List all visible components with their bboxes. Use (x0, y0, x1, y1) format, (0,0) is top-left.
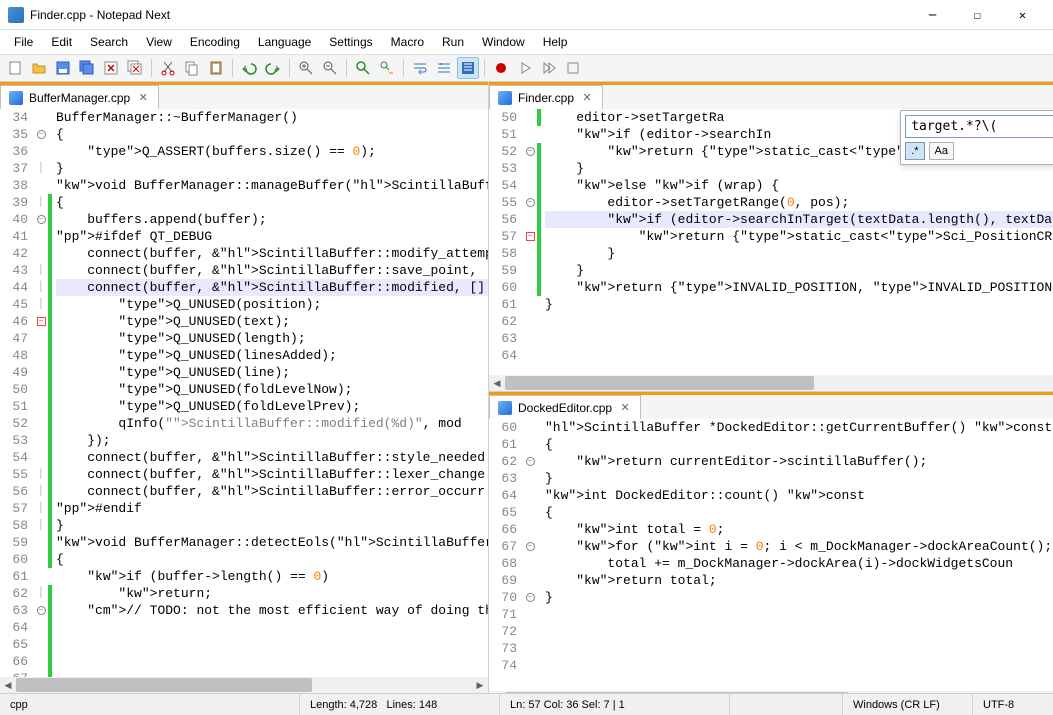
close-tab-icon[interactable]: ✕ (136, 91, 150, 105)
scroll-left-icon[interactable]: ◀ (0, 677, 16, 693)
window-buttons: ─ ☐ ✕ (910, 1, 1045, 29)
menu-search[interactable]: Search (82, 32, 136, 52)
file-icon (498, 401, 512, 415)
close-tab-icon[interactable]: ✕ (618, 401, 632, 415)
save-macro-icon[interactable] (562, 57, 584, 79)
menu-view[interactable]: View (138, 32, 180, 52)
undo-icon[interactable] (238, 57, 260, 79)
redo-icon[interactable] (262, 57, 284, 79)
menu-language[interactable]: Language (250, 32, 319, 52)
case-toggle[interactable]: Aa (929, 142, 954, 160)
replace-icon[interactable] (376, 57, 398, 79)
record-macro-icon[interactable] (490, 57, 512, 79)
tab-label: Finder.cpp (518, 91, 574, 105)
close-tab-icon[interactable]: ✕ (580, 91, 594, 105)
tab-finder[interactable]: Finder.cpp ✕ (489, 85, 603, 109)
line-gutter[interactable]: 34 35 36 37 38 39 40 41 42 43 44 45 46 4… (0, 109, 34, 677)
scroll-left-icon[interactable]: ◀ (489, 375, 505, 391)
toolbar (0, 54, 1053, 82)
main-area: BufferManager.cpp ✕ 34 35 36 37 38 39 40… (0, 82, 1053, 693)
zoom-in-icon[interactable] (295, 57, 317, 79)
status-eol[interactable]: Windows (CR LF) (843, 694, 973, 715)
menu-help[interactable]: Help (535, 32, 576, 52)
left-editor[interactable]: 34 35 36 37 38 39 40 41 42 43 44 45 46 4… (0, 109, 488, 677)
line-gutter[interactable]: 60 61 62 63 64 65 66 67 68 69 70 71 72 7… (489, 419, 523, 691)
left-hscroll[interactable]: ◀ ▶ (0, 677, 488, 693)
run-multiple-icon[interactable] (538, 57, 560, 79)
new-file-icon[interactable] (4, 57, 26, 79)
status-length: Length: 4,728 Lines: 148 (300, 694, 500, 715)
right-top-tabbar: Finder.cpp ✕ (489, 82, 1053, 109)
wordwrap-icon[interactable] (409, 57, 431, 79)
right-pane: Finder.cpp ✕ 50 51 52 53 54 55 56 57 58 … (489, 82, 1053, 693)
titlebar: Finder.cpp - Notepad Next ─ ☐ ✕ (0, 0, 1053, 30)
code-area[interactable]: BufferManager::~BufferManager(){ "type">… (52, 109, 488, 677)
menu-macro[interactable]: Macro (383, 32, 432, 52)
app-icon (8, 7, 24, 23)
regex-toggle[interactable]: .* (905, 142, 924, 160)
status-spacer (730, 694, 843, 715)
minimize-button[interactable]: ─ (910, 1, 955, 29)
right-top-pane: Finder.cpp ✕ 50 51 52 53 54 55 56 57 58 … (489, 82, 1053, 392)
statusbar: cpp Length: 4,728 Lines: 148 Ln: 57 Col:… (0, 693, 1053, 715)
menu-encoding[interactable]: Encoding (182, 32, 248, 52)
zoom-out-icon[interactable] (319, 57, 341, 79)
maximize-button[interactable]: ☐ (955, 1, 1000, 29)
whitespace-icon[interactable] (433, 57, 455, 79)
scroll-right-icon[interactable]: ▶ (472, 677, 488, 693)
tab-label: DockedEditor.cpp (518, 401, 612, 415)
save-all-icon[interactable] (76, 57, 98, 79)
file-icon (9, 91, 23, 105)
menu-window[interactable]: Window (474, 32, 533, 52)
right-bottom-pane: DockedEditor.cpp ✕ 60 61 62 63 64 65 66 … (489, 392, 1053, 693)
paste-icon[interactable] (205, 57, 227, 79)
right-bottom-editor[interactable]: 60 61 62 63 64 65 66 67 68 69 70 71 72 7… (489, 419, 1053, 691)
status-encoding[interactable]: UTF-8 (973, 694, 1053, 715)
menu-run[interactable]: Run (434, 32, 472, 52)
save-icon[interactable] (52, 57, 74, 79)
close-all-icon[interactable] (124, 57, 146, 79)
close-file-icon[interactable] (100, 57, 122, 79)
tab-label: BufferManager.cpp (29, 91, 130, 105)
right-bottom-tabbar: DockedEditor.cpp ✕ (489, 392, 1053, 419)
fold-gutter[interactable]: − − − (523, 109, 537, 375)
status-language: cpp (0, 694, 300, 715)
menubar: File Edit Search View Encoding Language … (0, 30, 1053, 54)
close-button[interactable]: ✕ (1000, 1, 1045, 29)
tab-buffermanager[interactable]: BufferManager.cpp ✕ (0, 85, 159, 109)
fold-gutter[interactable]: − │ │− │││− ││││ │− (34, 109, 48, 677)
fold-gutter[interactable]: − − − (523, 419, 537, 691)
left-tabbar: BufferManager.cpp ✕ (0, 82, 488, 109)
search-input[interactable] (905, 115, 1053, 138)
find-icon[interactable] (352, 57, 374, 79)
status-position: Ln: 57 Col: 36 Sel: 7 | 1 (500, 694, 730, 715)
right-top-hscroll[interactable]: ◀ ▶ (489, 375, 1053, 391)
menu-settings[interactable]: Settings (321, 32, 380, 52)
file-icon (498, 91, 512, 105)
tab-dockededitor[interactable]: DockedEditor.cpp ✕ (489, 395, 641, 419)
search-panel: ✕ .* Aa (900, 110, 1053, 165)
cut-icon[interactable] (157, 57, 179, 79)
copy-icon[interactable] (181, 57, 203, 79)
code-area[interactable]: "hl">ScintillaBuffer *DockedEditor::getC… (541, 419, 1053, 691)
left-pane: BufferManager.cpp ✕ 34 35 36 37 38 39 40… (0, 82, 489, 693)
menu-edit[interactable]: Edit (43, 32, 80, 52)
play-macro-icon[interactable] (514, 57, 536, 79)
line-gutter[interactable]: 50 51 52 53 54 55 56 57 58 59 60 61 62 6… (489, 109, 523, 375)
indent-guides-icon[interactable] (457, 57, 479, 79)
right-bottom-hscroll[interactable]: ◀ ▶ (489, 691, 1053, 693)
open-file-icon[interactable] (28, 57, 50, 79)
menu-file[interactable]: File (6, 32, 41, 52)
window-title: Finder.cpp - Notepad Next (30, 8, 910, 22)
